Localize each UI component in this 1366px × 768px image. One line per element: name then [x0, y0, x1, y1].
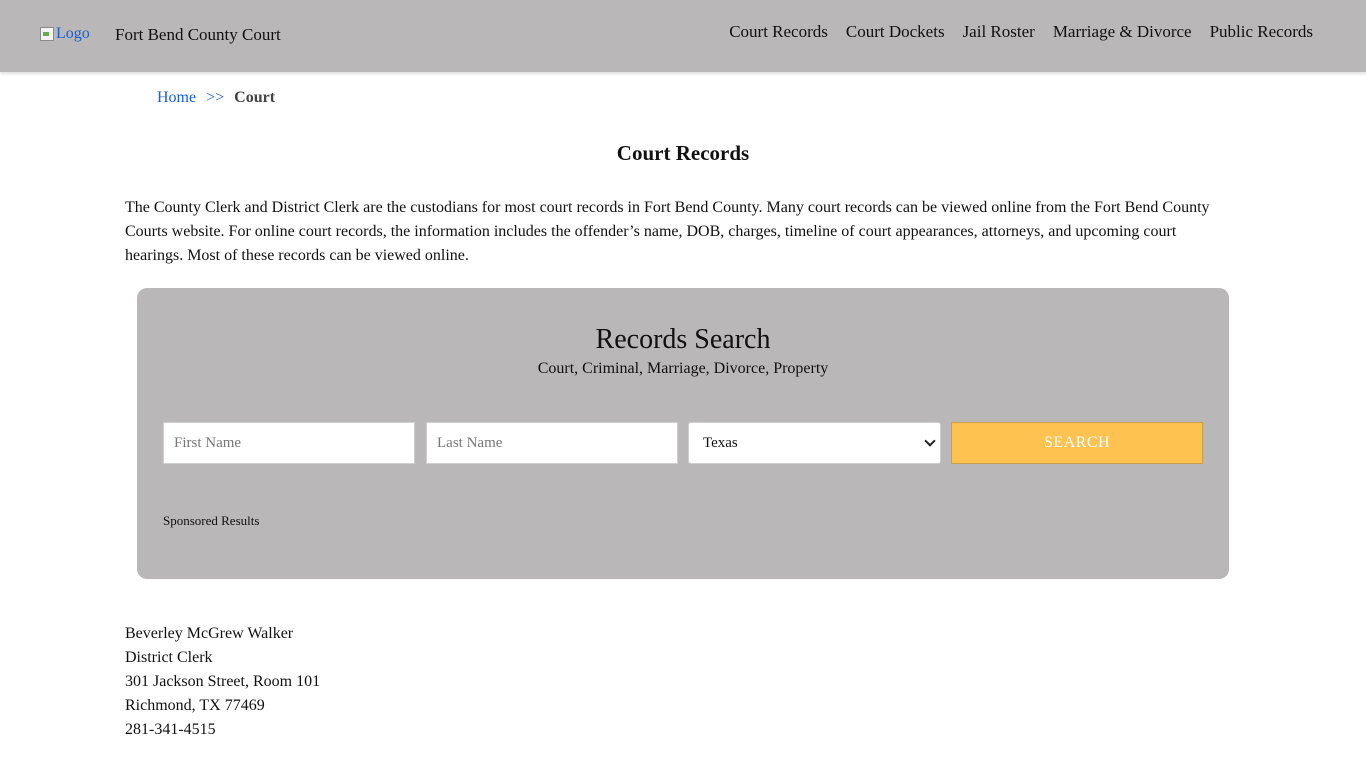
breadcrumb-separator: >>: [206, 89, 225, 106]
nav-court-dockets[interactable]: Court Dockets: [846, 22, 945, 42]
state-select-value: Texas: [703, 434, 738, 451]
search-button[interactable]: SEARCH: [951, 422, 1203, 464]
state-select[interactable]: Texas: [688, 422, 941, 464]
breadcrumb-home[interactable]: Home: [157, 89, 196, 107]
site-title[interactable]: Fort Bend County Court: [115, 25, 281, 45]
site-header: Logo Fort Bend County Court Court Record…: [0, 0, 1366, 72]
broken-image-icon: [39, 26, 55, 42]
logo-alt-text: Logo: [56, 25, 90, 42]
last-name-input[interactable]: [426, 422, 678, 464]
contact-street: 301 Jackson Street, Room 101: [125, 673, 321, 690]
sponsored-results-label: Sponsored Results: [163, 513, 260, 528]
logo-link[interactable]: Logo: [39, 25, 90, 43]
contact-phone: 281-341-4515: [125, 721, 216, 738]
nav-court-records[interactable]: Court Records: [729, 22, 828, 42]
contact-name: Beverley McGrew Walker: [125, 625, 294, 642]
chevron-down-icon: [924, 435, 936, 447]
page-title: Court Records: [616, 141, 750, 165]
contact-role: District Clerk: [125, 649, 213, 666]
breadcrumb: Home >> Court: [157, 89, 275, 107]
district-clerk-contact: Beverley McGrew Walker District Clerk 30…: [125, 622, 320, 742]
first-name-input[interactable]: [163, 422, 415, 464]
contact-city: Richmond, TX 77469: [125, 697, 265, 714]
search-subtitle: Court, Criminal, Marriage, Divorce, Prop…: [537, 360, 829, 377]
intro-paragraph: The County Clerk and District Clerk are …: [125, 199, 1210, 264]
nav-public-records[interactable]: Public Records: [1210, 22, 1313, 42]
search-title: Records Search: [595, 324, 771, 355]
nav-jail-roster[interactable]: Jail Roster: [963, 22, 1035, 42]
breadcrumb-current: Court: [234, 89, 276, 106]
records-search-panel: Records Search Court, Criminal, Marriage…: [137, 288, 1229, 579]
nav-marriage-divorce[interactable]: Marriage & Divorce: [1053, 22, 1192, 42]
main-nav: Court Records Court Dockets Jail Roster …: [729, 22, 1313, 42]
